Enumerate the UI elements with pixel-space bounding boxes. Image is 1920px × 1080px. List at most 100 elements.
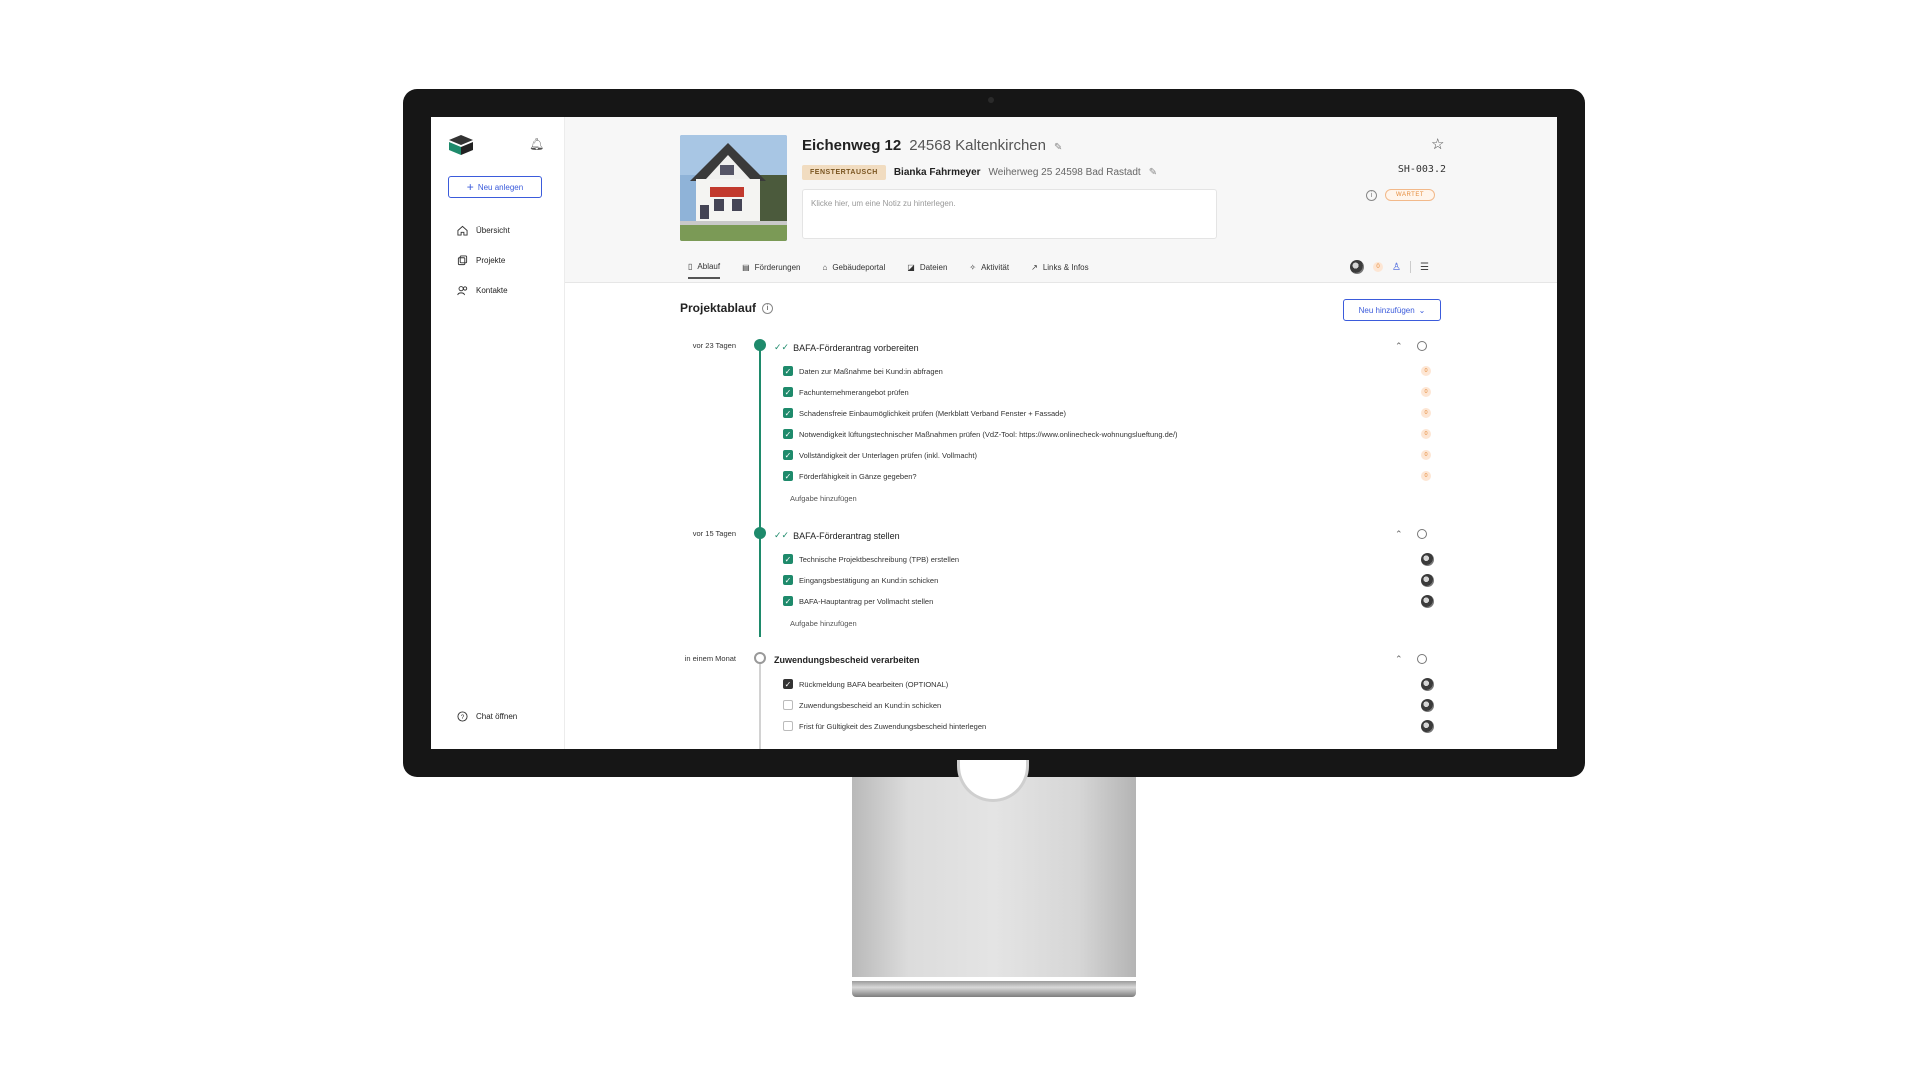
avatar[interactable] (1421, 720, 1434, 733)
sidebar-item-uebersicht[interactable]: Übersicht (457, 215, 510, 245)
phase-title[interactable]: ✓✓ BAFA-Förderantrag stellen (774, 530, 900, 541)
settings-sliders-icon[interactable]: ☰ (1420, 262, 1429, 273)
tab-dateien[interactable]: ◪ Dateien (907, 262, 947, 279)
sidebar-nav: Übersicht Projekte Kontakte (457, 215, 510, 305)
plus-icon: + (466, 180, 474, 194)
tab-links[interactable]: ↗ Links & Infos (1031, 262, 1089, 279)
new-button[interactable]: + Neu anlegen (448, 176, 542, 198)
checkbox-checked[interactable]: ✓ (783, 450, 793, 460)
task-assignee-badge[interactable]: 0 (1421, 366, 1431, 376)
chevron-up-icon[interactable]: ⌃ (1395, 341, 1403, 352)
avatar[interactable] (1350, 260, 1364, 274)
task-row[interactable]: ✓ Technische Projektbeschreibung (TPB) er… (783, 551, 1473, 567)
avatar[interactable] (1421, 553, 1434, 566)
star-icon[interactable]: ☆ (1431, 135, 1444, 153)
checkbox-checked[interactable]: ✓ (783, 429, 793, 439)
task-row[interactable]: ✓ Fachunternehmerangebot prüfen (783, 384, 1473, 400)
status-badge[interactable]: WARTET (1385, 189, 1435, 201)
checkbox-checked[interactable]: ✓ (783, 596, 793, 606)
bell-icon[interactable]: 🔔︎ (529, 137, 544, 151)
task-row[interactable]: ✓ Daten zur Maßnahme bei Kund:in abfragen (783, 363, 1473, 379)
task-row[interactable]: ✓ Schadensfreie Einbaumöglichkeit prüfen … (783, 405, 1473, 421)
add-new-label: Neu hinzufügen (1358, 305, 1415, 315)
app-screen: 🔔︎ + Neu anlegen Übersicht Projekte Kont… (431, 117, 1557, 749)
tab-aktivitaet[interactable]: ✧ Aktivität (969, 262, 1009, 279)
checkbox-unchecked[interactable] (783, 721, 793, 731)
chevron-up-icon[interactable]: ⌃ (1395, 529, 1403, 540)
task-row[interactable]: ✓ Vollständigkeit der Unterlagen prüfen (… (783, 447, 1473, 463)
avatar[interactable] (1421, 595, 1434, 608)
info-icon[interactable]: i (1366, 189, 1377, 201)
chevron-down-icon: ⌄ (1418, 305, 1426, 315)
project-street: Eichenweg 12 (802, 137, 902, 154)
tab-foerderungen[interactable]: ▤ Förderungen (742, 262, 800, 279)
task-label: BAFA-Hauptantrag per Vollmacht stellen (799, 596, 934, 606)
task-assignee-badge[interactable]: 0 (1421, 408, 1431, 418)
task-label: Zuwendungsbescheid an Kund:in schicken (799, 700, 942, 710)
add-task-link[interactable]: Aufgabe hinzufügen (790, 494, 857, 503)
chat-label: Chat öffnen (476, 712, 518, 721)
house-photo (680, 135, 787, 241)
task-assignee-badge[interactable]: 0 (1421, 450, 1431, 460)
checkbox-checked[interactable]: ✓ (783, 575, 793, 585)
owner-address: Weiherweg 25 24598 Bad Rastadt (988, 167, 1141, 178)
sidebar-item-label: Übersicht (476, 225, 510, 235)
tab-label: Dateien (919, 263, 948, 272)
task-assignee-badge[interactable]: 0 (1421, 471, 1431, 481)
task-label: Vollständigkeit der Unterlagen prüfen (i… (799, 450, 978, 460)
avatar[interactable] (1421, 699, 1434, 712)
edit-owner-icon[interactable]: ✎ (1149, 167, 1157, 178)
checkbox-checked[interactable]: ✓ (783, 408, 793, 418)
note-field[interactable]: Klicke hier, um eine Notiz zu hinterlege… (802, 189, 1217, 239)
edit-icon[interactable]: ✎ (1054, 142, 1062, 153)
tab-ablauf[interactable]: ▯ Ablauf (688, 262, 721, 279)
avatar[interactable] (1421, 678, 1434, 691)
assign-person-icon[interactable]: ♙ (1392, 262, 1401, 273)
monitor-stand (852, 777, 1136, 977)
checkbox-unchecked[interactable] (783, 700, 793, 710)
sidebar-item-kontakte[interactable]: Kontakte (457, 275, 510, 305)
tab-gebaeudeportal[interactable]: ⌂ Gebäudeportal (822, 262, 885, 279)
add-new-button[interactable]: Neu hinzufügen ⌄ (1343, 299, 1441, 321)
circle-icon[interactable] (1416, 654, 1427, 664)
task-row[interactable]: ✓ Förderfähigkeit in Gänze gegeben? (783, 468, 1473, 484)
checkbox-checked[interactable]: ✓ (783, 554, 793, 564)
owner-name[interactable]: Bianka Fahrmeyer (894, 167, 981, 178)
checkbox-checked[interactable]: ✓ (783, 679, 793, 689)
project-city: 24568 Kaltenkirchen (909, 137, 1046, 154)
checkbox-checked[interactable]: ✓ (783, 366, 793, 376)
phase-date: vor 23 Tagen (692, 341, 736, 350)
monitor: 🔔︎ + Neu anlegen Übersicht Projekte Kont… (403, 89, 1585, 777)
avatar[interactable] (1421, 574, 1434, 587)
phase-status-dot (754, 339, 766, 351)
tab-label: Links & Infos (1042, 263, 1089, 272)
circle-icon[interactable] (1416, 529, 1427, 539)
tab-label: Gebäudeportal (832, 263, 886, 272)
task-row[interactable]: ✓ Rückmeldung BAFA bearbeiten (OPTIONAL) (783, 676, 1473, 692)
chevron-up-icon[interactable]: ⌃ (1395, 654, 1403, 665)
task-row[interactable]: ✓ Eingangsbestätigung an Kund:in schicken (783, 572, 1473, 588)
add-task-link[interactable]: Aufgabe hinzufügen (790, 619, 857, 628)
phase-title-text: BAFA-Förderantrag stellen (793, 530, 900, 541)
tab-tools: 0 ♙ ☰ (1350, 260, 1429, 274)
phase-title[interactable]: Zuwendungsbescheid verarbeiten (774, 655, 920, 665)
phase-title[interactable]: ✓✓ BAFA-Förderantrag vorbereiten (774, 342, 919, 353)
chat-button[interactable]: ? Chat öffnen (457, 711, 517, 722)
task-assignee-badge[interactable]: 0 (1421, 429, 1431, 439)
camera (988, 97, 994, 103)
page-title: Projektablauf i (680, 301, 774, 315)
circle-icon[interactable] (1416, 341, 1427, 351)
task-row[interactable]: ✓ Notwendigkeit lüftungstechnischer Maßna… (783, 426, 1473, 442)
phase-status-dot (754, 527, 766, 539)
task-row[interactable]: Frist für Gültigkeit des Zuwendungsbesch… (783, 718, 1473, 734)
checkbox-checked[interactable]: ✓ (783, 471, 793, 481)
project-title: Eichenweg 12 24568 Kaltenkirchen ✎ (802, 137, 1062, 154)
sidebar-item-projekte[interactable]: Projekte (457, 245, 510, 275)
file-icon: ◪ (907, 263, 915, 272)
checkbox-checked[interactable]: ✓ (783, 387, 793, 397)
project-code: SH-003.2 (1397, 164, 1446, 175)
info-icon[interactable]: i (762, 302, 774, 314)
task-assignee-badge[interactable]: 0 (1421, 387, 1431, 397)
task-row[interactable]: Zuwendungsbescheid an Kund:in schicken (783, 697, 1473, 713)
task-row[interactable]: ✓ BAFA-Hauptantrag per Vollmacht stellen (783, 593, 1473, 609)
